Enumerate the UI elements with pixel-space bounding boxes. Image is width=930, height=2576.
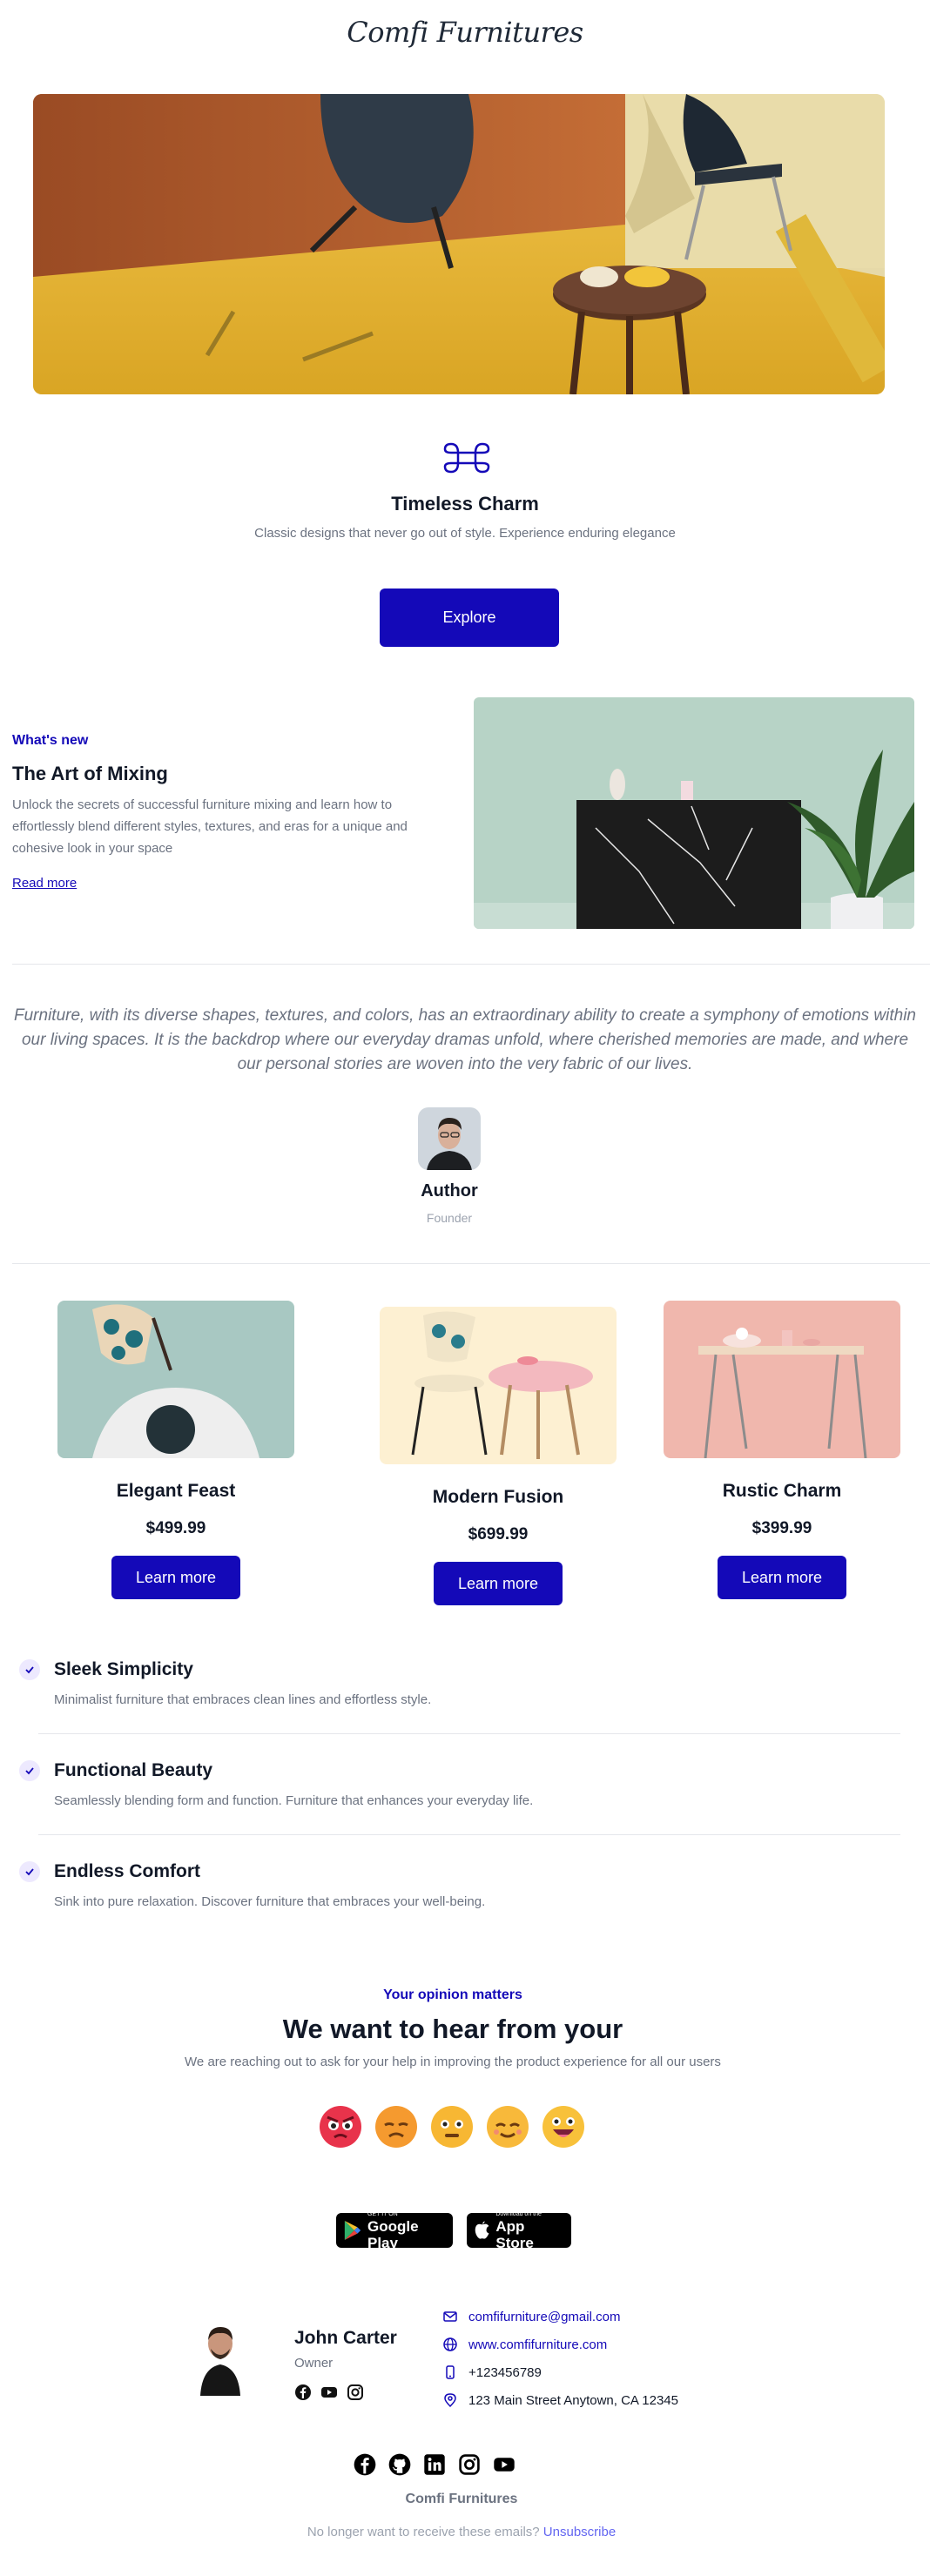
opinion-subtitle: We are reaching out to ask for your help… xyxy=(185,2055,721,2069)
opinion-eyebrow: Your opinion matters xyxy=(383,1987,522,2002)
learn-more-button[interactable]: Learn more xyxy=(718,1556,846,1599)
feature-title: Endless Comfort xyxy=(54,1861,201,1881)
youtube-icon[interactable] xyxy=(493,2453,516,2476)
unsubscribe-text: No longer want to receive these emails? xyxy=(307,2525,540,2539)
read-more-link[interactable]: Read more xyxy=(12,876,77,891)
footer-unsubscribe-line: No longer want to receive these emails? … xyxy=(0,2525,923,2539)
learn-more-button[interactable]: Learn more xyxy=(434,1562,563,1605)
section-divider xyxy=(12,964,930,965)
app-store-small: Download on the xyxy=(495,2210,542,2217)
email-text[interactable]: comfifurniture@gmail.com xyxy=(468,2310,620,2324)
signature-email[interactable]: comfifurniture@gmail.com xyxy=(442,2309,620,2324)
facebook-icon[interactable] xyxy=(354,2453,376,2476)
location-pin-icon xyxy=(444,2393,456,2408)
hero-title: Timeless Charm xyxy=(391,493,539,515)
author-avatar xyxy=(418,1107,481,1170)
google-play-icon xyxy=(344,2221,361,2240)
product-card: Elegant Feast $499.99 Learn more xyxy=(57,1301,294,1599)
footer-brand: Comfi Furnitures xyxy=(405,2492,518,2506)
google-play-label: Google Play xyxy=(367,2217,419,2251)
signature-role: Owner xyxy=(294,2356,334,2371)
signature-address: 123 Main Street Anytown, CA 12345 xyxy=(442,2392,678,2408)
product-card: Rustic Charm $399.99 Learn more xyxy=(664,1301,900,1599)
feature-body: Seamlessly blending form and function. F… xyxy=(54,1793,534,1808)
facebook-icon[interactable] xyxy=(294,2384,312,2401)
check-icon xyxy=(19,1861,40,1882)
product-card: Modern Fusion $699.99 Learn more xyxy=(380,1307,617,1605)
neutral-face-icon[interactable] xyxy=(430,2105,474,2149)
footer-social xyxy=(354,2453,516,2476)
apple-icon xyxy=(475,2221,489,2239)
hero-subtitle: Classic designs that never go out of sty… xyxy=(254,526,676,541)
sad-face-icon[interactable] xyxy=(374,2105,418,2149)
brand-logo: Comfi Furnitures xyxy=(347,16,583,49)
hero-image xyxy=(33,94,885,394)
author-name: Author xyxy=(421,1181,478,1201)
product-name: Modern Fusion xyxy=(432,1487,564,1507)
website-text[interactable]: www.comfifurniture.com xyxy=(468,2337,607,2352)
product-name: Rustic Charm xyxy=(722,1481,842,1501)
phone-icon xyxy=(446,2365,455,2379)
whats-new-eyebrow: What's new xyxy=(12,733,89,748)
feature-body: Minimalist furniture that embraces clean… xyxy=(54,1692,432,1707)
instagram-icon[interactable] xyxy=(347,2384,364,2401)
github-icon[interactable] xyxy=(388,2453,411,2476)
signature-avatar xyxy=(199,2323,242,2396)
google-play-small: GET IT ON xyxy=(367,2210,398,2217)
product-name: Elegant Feast xyxy=(116,1481,236,1501)
whats-new-image xyxy=(474,697,914,929)
product-price: $499.99 xyxy=(145,1519,206,1537)
delighted-face-icon[interactable] xyxy=(542,2105,585,2149)
learn-more-button[interactable]: Learn more xyxy=(111,1556,240,1599)
explore-button[interactable]: Explore xyxy=(380,589,559,647)
whats-new-body: Unlock the secrets of successful furnitu… xyxy=(12,797,408,856)
opinion-title: We want to hear from your xyxy=(282,2014,623,2044)
globe-icon xyxy=(443,2337,457,2351)
feature-divider xyxy=(38,1733,900,1734)
product-price: $399.99 xyxy=(751,1519,812,1537)
signature-social xyxy=(294,2384,364,2401)
app-store-label: App Store xyxy=(495,2217,534,2251)
emoji-rating xyxy=(319,2105,585,2149)
unsubscribe-link[interactable]: Unsubscribe xyxy=(543,2525,616,2539)
app-store-badge[interactable]: Download on the App Store xyxy=(467,2210,571,2251)
testimonial-quote: Furniture, with its diverse shapes, text… xyxy=(14,1006,916,1073)
address-text: 123 Main Street Anytown, CA 12345 xyxy=(468,2392,678,2408)
signature-phone: +123456789 xyxy=(442,2364,542,2380)
angry-face-icon[interactable] xyxy=(319,2105,362,2149)
feature-divider xyxy=(38,1834,900,1835)
check-icon xyxy=(19,1659,40,1680)
youtube-icon[interactable] xyxy=(320,2384,338,2401)
whats-new-title: The Art of Mixing xyxy=(12,763,168,784)
instagram-icon[interactable] xyxy=(458,2453,481,2476)
command-icon xyxy=(442,441,491,475)
feature-title: Sleek Simplicity xyxy=(54,1659,193,1679)
signature-name: John Carter xyxy=(294,2328,397,2348)
google-play-badge[interactable]: GET IT ON Google Play xyxy=(336,2210,453,2251)
signature-website[interactable]: www.comfifurniture.com xyxy=(442,2337,607,2352)
product-price: $699.99 xyxy=(468,1525,529,1544)
mail-icon xyxy=(443,2311,457,2322)
section-divider xyxy=(12,1263,930,1264)
feature-body: Sink into pure relaxation. Discover furn… xyxy=(54,1894,486,1909)
feature-title: Functional Beauty xyxy=(54,1760,213,1780)
phone-text: +123456789 xyxy=(468,2364,542,2380)
product-image xyxy=(664,1301,900,1458)
product-image xyxy=(57,1301,294,1458)
linkedin-icon[interactable] xyxy=(423,2453,446,2476)
author-role: Founder xyxy=(426,1211,473,1225)
product-image xyxy=(380,1307,617,1464)
content-face-icon[interactable] xyxy=(486,2105,529,2149)
check-icon xyxy=(19,1760,40,1781)
